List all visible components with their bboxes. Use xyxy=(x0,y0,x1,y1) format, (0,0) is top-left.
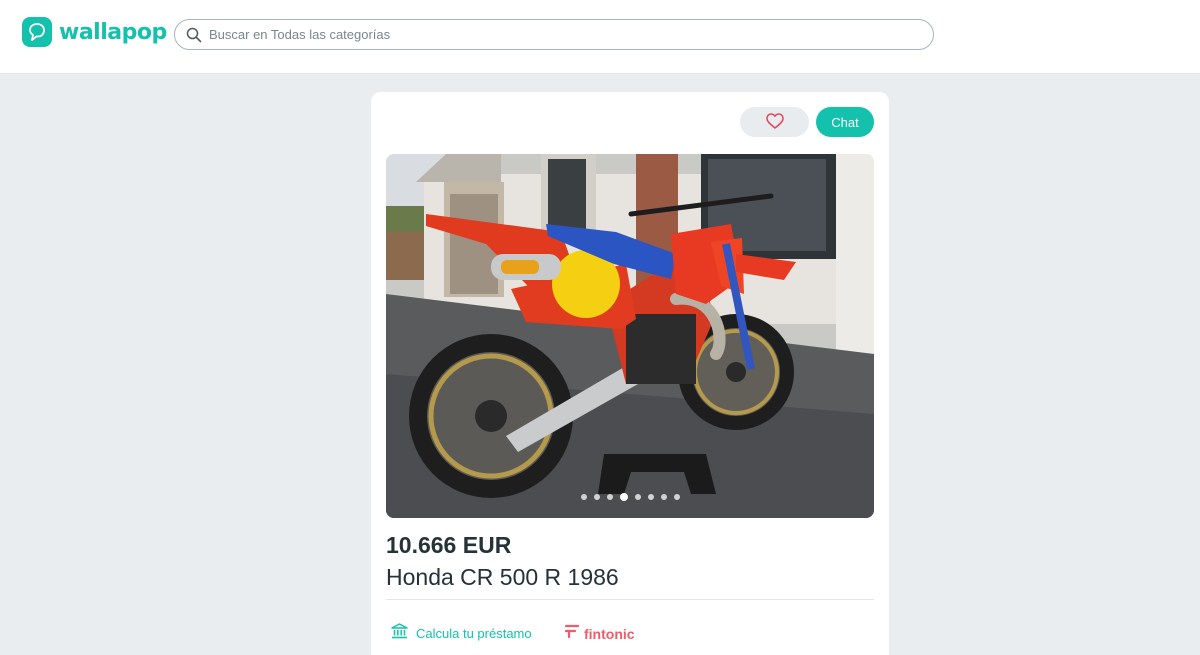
photo-dot[interactable] xyxy=(606,494,613,500)
bank-icon xyxy=(391,623,408,644)
photo-dot[interactable] xyxy=(673,494,680,500)
fintonic-logo: fintonic xyxy=(564,623,635,644)
logo-icon xyxy=(22,17,52,47)
listing-title: Honda CR 500 R 1986 xyxy=(386,564,619,590)
loan-label[interactable]: Calcula tu préstamo xyxy=(416,626,532,641)
photo-dot[interactable] xyxy=(647,494,654,500)
photo-dot[interactable] xyxy=(634,494,641,500)
listing-price: 10.666 EUR xyxy=(386,532,512,558)
search-bar[interactable] xyxy=(174,19,934,50)
listing-photo[interactable] xyxy=(386,154,874,518)
loan-calculator-link[interactable]: Calcula tu préstamo xyxy=(391,623,532,644)
favorite-button[interactable] xyxy=(740,107,809,137)
photo-pagination[interactable] xyxy=(386,493,874,501)
top-bar: wallapop xyxy=(0,0,1200,74)
photo-dot[interactable] xyxy=(593,494,600,500)
listing-card: Chat 10.666 EUR Honda CR 500 R 1986 Calc… xyxy=(371,92,889,655)
photo-dot[interactable] xyxy=(660,494,667,500)
logo-text: wallapop xyxy=(59,19,167,45)
wallapop-logo[interactable]: wallapop xyxy=(22,17,167,47)
search-icon xyxy=(186,27,202,43)
fintonic-icon xyxy=(564,623,580,644)
divider xyxy=(386,599,874,600)
chat-button[interactable]: Chat xyxy=(816,107,874,137)
photo-dot[interactable] xyxy=(580,494,587,500)
search-input[interactable] xyxy=(209,20,909,49)
photo-dot-active[interactable] xyxy=(619,493,628,501)
heart-icon xyxy=(765,112,784,132)
fintonic-text: fintonic xyxy=(584,625,635,642)
